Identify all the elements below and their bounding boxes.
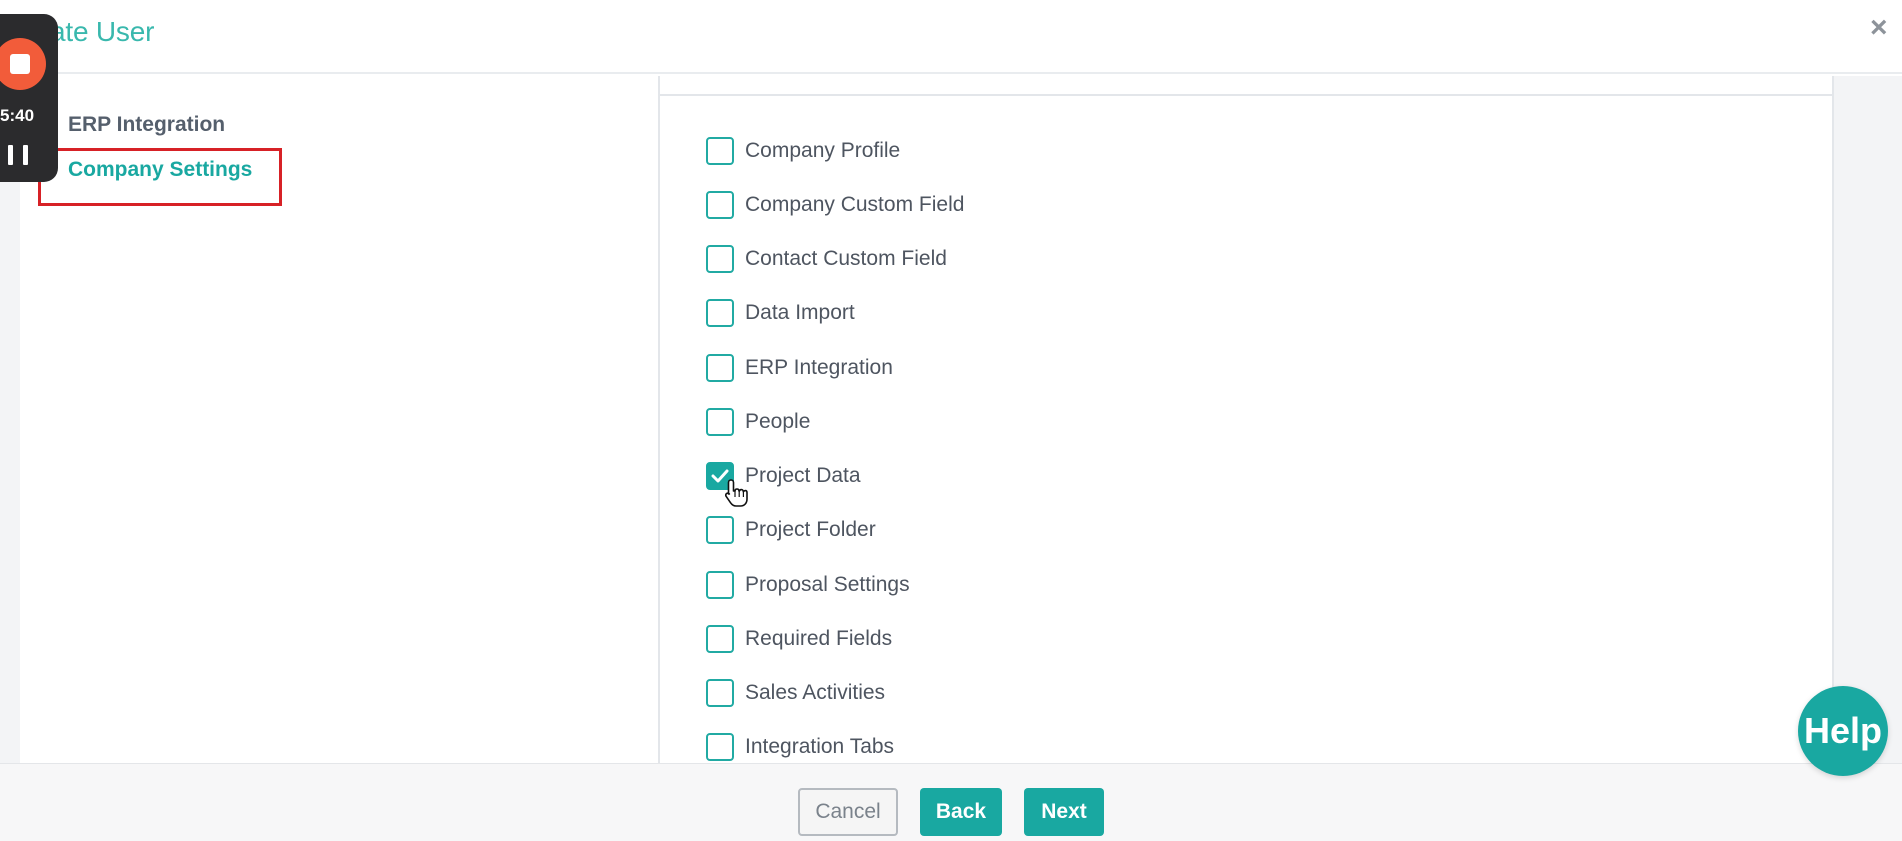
permission-proposal-settings[interactable]: Proposal Settings <box>706 570 910 600</box>
permission-label: Company Profile <box>745 139 901 162</box>
permission-label: Integration Tabs <box>745 735 895 758</box>
checkbox[interactable] <box>706 245 734 273</box>
permission-data-import[interactable]: Data Import <box>706 298 855 328</box>
permission-people[interactable]: People <box>706 407 810 437</box>
modal-header: ate User × <box>0 0 1902 74</box>
permission-company-custom-field[interactable]: Company Custom Field <box>706 190 964 220</box>
permission-label: ERP Integration <box>745 356 893 379</box>
permission-label: Project Folder <box>745 518 876 541</box>
modal-footer: Cancel Back Next <box>0 763 1902 841</box>
permission-label: Required Fields <box>745 627 893 650</box>
hand-cursor-icon <box>724 479 748 507</box>
help-button[interactable]: Help <box>1798 686 1888 776</box>
active-item-highlight <box>38 148 282 206</box>
permission-label: People <box>745 410 811 433</box>
recording-timer: 5:40 <box>0 106 35 125</box>
close-icon[interactable]: × <box>1870 13 1888 43</box>
permission-label: Proposal Settings <box>745 573 910 596</box>
checkbox[interactable] <box>706 137 734 165</box>
checkbox[interactable] <box>706 191 734 219</box>
back-button[interactable]: Back <box>920 788 1002 836</box>
permission-label: Contact Custom Field <box>745 247 947 270</box>
permission-label: Sales Activities <box>745 681 886 704</box>
checkbox[interactable] <box>706 625 734 653</box>
permission-contact-custom-field[interactable]: Contact Custom Field <box>706 244 947 274</box>
permission-company-profile[interactable]: Company Profile <box>706 136 900 166</box>
permission-erp-integration[interactable]: ERP Integration <box>706 353 893 383</box>
checkbox[interactable] <box>706 354 734 382</box>
checkbox[interactable] <box>706 571 734 599</box>
permission-label: Data Import <box>745 301 855 324</box>
stop-icon <box>10 54 30 74</box>
permission-label: Company Custom Field <box>745 193 965 216</box>
modal-title: ate User <box>50 16 155 47</box>
checkbox[interactable] <box>706 299 734 327</box>
checkbox[interactable] <box>706 408 734 436</box>
checkbox[interactable] <box>706 516 734 544</box>
permission-sales-activities[interactable]: Sales Activities <box>706 678 885 708</box>
next-button[interactable]: Next <box>1024 788 1104 836</box>
checkbox[interactable] <box>706 733 734 761</box>
checkbox[interactable] <box>706 679 734 707</box>
screen-recorder-widget: 5:40 <box>0 14 58 182</box>
panel-top-divider <box>660 76 1832 96</box>
permissions-panel <box>658 76 1834 763</box>
permission-label: Project Data <box>745 464 861 487</box>
stop-record-button[interactable] <box>0 38 46 90</box>
permission-project-folder[interactable]: Project Folder <box>706 515 876 545</box>
sidebar-item-erp-integration[interactable]: ERP Integration <box>68 113 225 137</box>
modal-body: ERP Integration Company Settings <box>0 76 1902 763</box>
permission-required-fields[interactable]: Required Fields <box>706 624 892 654</box>
permission-integration-tabs[interactable]: Integration Tabs <box>706 732 894 762</box>
pause-icon[interactable] <box>8 145 28 169</box>
cancel-button[interactable]: Cancel <box>798 788 898 836</box>
